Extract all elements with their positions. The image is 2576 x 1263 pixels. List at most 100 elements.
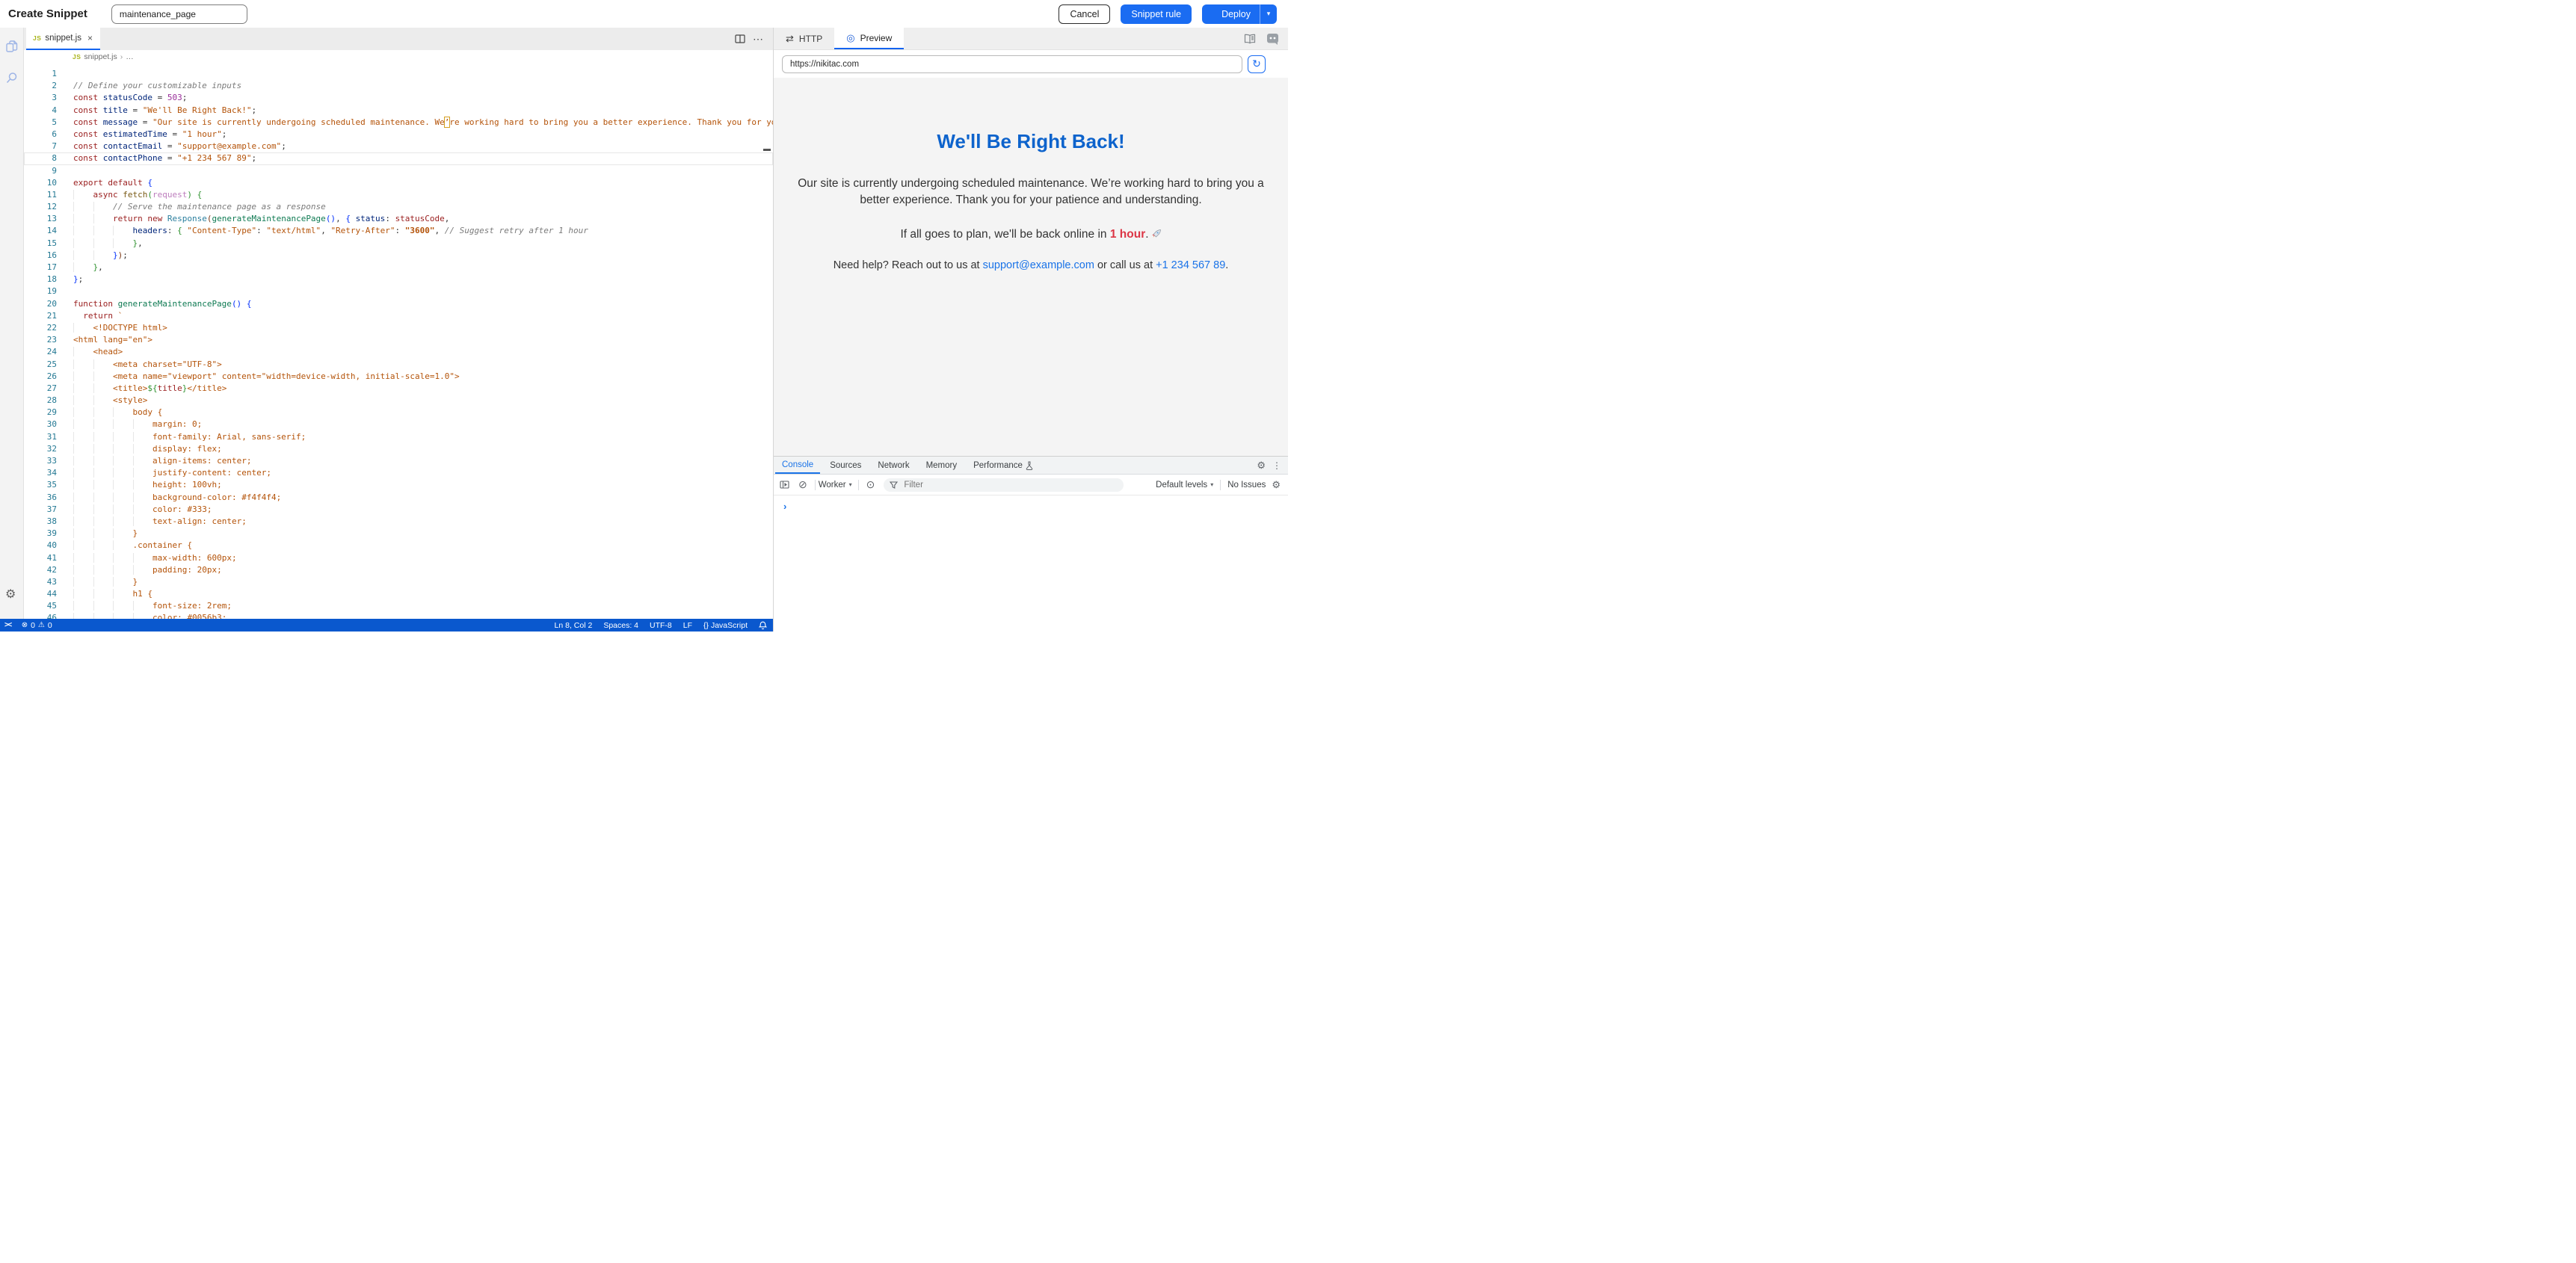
code-line[interactable]: 29 body { [24,407,773,419]
cursor-position[interactable]: Ln 8, Col 2 [555,621,593,630]
problems-indicator[interactable]: ⊗ 0 ⚠ 0 [22,621,52,630]
code-line[interactable]: 45 font-size: 2rem; [24,600,773,612]
code-line[interactable]: 21 return ` [24,310,773,322]
clear-console-icon[interactable]: ⊘ [798,478,807,491]
refresh-button[interactable]: ↻ [1248,55,1266,73]
code-line[interactable]: 43 } [24,576,773,588]
live-expression-eye-icon[interactable]: ⊙ [866,478,875,491]
code-line[interactable]: 23<html lang="en"> [24,334,773,346]
breadcrumb[interactable]: JS snippet.js › … [24,50,773,64]
deploy-dropdown-caret-icon[interactable]: ▾ [1260,4,1277,24]
tab-memory[interactable]: Memory [919,457,964,474]
code-line[interactable]: 8const contactPhone = "+1 234 567 89"; [24,152,773,164]
code-line[interactable]: 39 } [24,528,773,540]
code-line[interactable]: 24 <head> [24,346,773,358]
code-line[interactable]: 9 [24,165,773,177]
notifications-bell-icon[interactable] [759,621,767,630]
filter-input[interactable] [902,480,1118,490]
phone-link[interactable]: +1 234 567 89 [1156,259,1225,271]
console-settings-gear-icon[interactable]: ⚙ [1272,479,1281,491]
eol[interactable]: LF [683,621,692,630]
code-line[interactable]: 40 .container { [24,540,773,552]
indentation[interactable]: Spaces: 4 [603,621,638,630]
code-line[interactable]: 7const contactEmail = "support@example.c… [24,140,773,152]
cancel-button[interactable]: Cancel [1059,4,1110,24]
close-tab-icon[interactable]: × [87,33,93,43]
log-levels-selector[interactable]: Default levels▾ [1156,481,1213,490]
deploy-button[interactable]: Deploy ▾ [1202,4,1277,24]
breadcrumb-file[interactable]: snippet.js [84,52,117,61]
code-line[interactable]: 1 [24,68,773,80]
tab-network[interactable]: Network [871,457,916,474]
search-icon[interactable] [5,71,19,84]
code-line[interactable]: 19 [24,285,773,297]
tab-http[interactable]: ⇄ HTTP [774,28,834,49]
console-sidebar-toggle-icon[interactable] [780,481,789,489]
console-filter[interactable] [884,478,1124,492]
snippet-name-input[interactable] [111,4,247,24]
code-line[interactable]: 34 justify-content: center; [24,467,773,479]
tab-performance[interactable]: Performance [967,457,1040,474]
code-line[interactable]: 41 max-width: 600px; [24,552,773,564]
code-line[interactable]: 5const message = "Our site is currently … [24,117,773,129]
code-line[interactable]: 14 headers: { "Content-Type": "text/html… [24,225,773,237]
more-actions-icon[interactable]: ⋯ [753,28,764,50]
settings-gear-icon[interactable]: ⚙ [5,589,16,601]
code-line[interactable]: 38 text-align: center; [24,516,773,528]
files-icon[interactable] [5,40,19,53]
code-line[interactable]: 37 color: #333; [24,504,773,516]
code-line[interactable]: 2// Define your customizable inputs [24,80,773,92]
code-line[interactable]: 6const estimatedTime = "1 hour"; [24,129,773,140]
code-line[interactable]: 22 <!DOCTYPE html> [24,322,773,334]
code-line[interactable]: 32 display: flex; [24,443,773,455]
code-line[interactable]: 15 }, [24,238,773,250]
remote-indicator-icon[interactable]: >< [4,621,11,629]
code-line[interactable]: 44 h1 { [24,588,773,600]
code-line[interactable]: 25 <meta charset="UTF-8"> [24,359,773,371]
panel-divider[interactable] [773,28,774,632]
line-content: export default { [57,177,152,189]
encoding[interactable]: UTF-8 [650,621,672,630]
code-line[interactable]: 42 padding: 20px; [24,564,773,576]
code-line[interactable]: 35 height: 100vh; [24,479,773,491]
console-output[interactable]: › [774,495,1288,632]
tab-preview[interactable]: ◎ Preview [834,28,904,49]
devtools-kebab-icon[interactable]: ⋮ [1272,457,1281,474]
code-line[interactable]: 20function generateMaintenancePage() { [24,298,773,310]
code-line[interactable]: 30 margin: 0; [24,419,773,430]
code-line[interactable]: 46 color: #0056b3; [24,612,773,619]
code-line[interactable]: 33 align-items: center; [24,455,773,467]
line-number: 21 [24,310,57,322]
code-line[interactable]: 4const title = "We'll Be Right Back!"; [24,105,773,117]
code-line[interactable]: 36 background-color: #f4f4f4; [24,492,773,504]
code-line[interactable]: 27 <title>${title}</title> [24,383,773,395]
language-mode[interactable]: {} JavaScript [703,621,748,630]
url-input[interactable] [782,55,1242,73]
code-line[interactable]: 12 // Serve the maintenance page as a re… [24,201,773,213]
devtools-settings-gear-icon[interactable]: ⚙ [1257,457,1266,474]
line-number: 25 [24,359,57,371]
tab-snippet-js[interactable]: JS snippet.js × [26,28,100,50]
console-prompt-icon[interactable]: › [783,501,786,512]
code-line[interactable]: 17 }, [24,262,773,274]
tab-console[interactable]: Console [775,457,820,474]
docs-book-icon[interactable] [1244,28,1256,49]
code-line[interactable]: 26 <meta name="viewport" content="width=… [24,371,773,383]
code-line[interactable]: 13 return new Response(generateMaintenan… [24,213,773,225]
code-line[interactable]: 28 <style> [24,395,773,407]
tab-sources[interactable]: Sources [823,457,868,474]
code-line[interactable]: 10export default { [24,177,773,189]
breadcrumb-more[interactable]: … [126,52,134,61]
split-editor-icon[interactable] [735,28,745,50]
code-line[interactable]: 18}; [24,274,773,285]
issues-counter[interactable]: No Issues [1227,481,1266,490]
snippet-rule-button[interactable]: Snippet rule [1121,4,1192,24]
code-line[interactable]: 11 async fetch(request) { [24,189,773,201]
code-line[interactable]: 3const statusCode = 503; [24,92,773,104]
code-editor[interactable]: 12// Define your customizable inputs3con… [24,64,773,619]
support-email-link[interactable]: support@example.com [983,259,1094,271]
code-line[interactable]: 16 }); [24,250,773,262]
execution-context-selector[interactable]: Worker▾ [819,481,852,490]
discord-icon[interactable] [1266,28,1279,49]
code-line[interactable]: 31 font-family: Arial, sans-serif; [24,431,773,443]
